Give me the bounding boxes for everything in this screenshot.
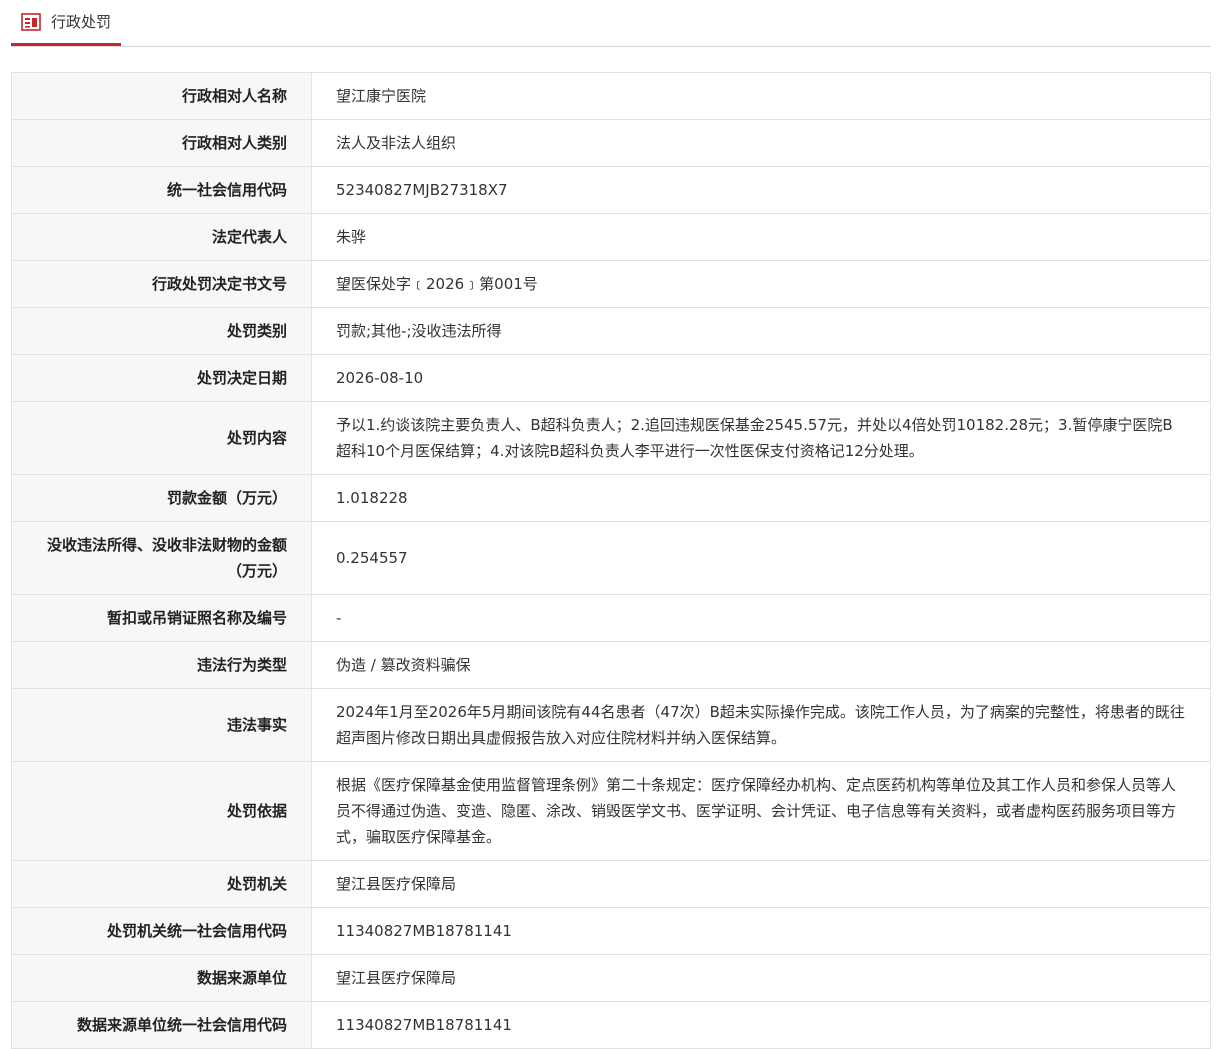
row-value: 11340827MB18781141	[311, 1001, 1211, 1049]
row-label: 罚款金额（万元）	[11, 474, 312, 522]
table-row: 数据来源单位统一社会信用代码 11340827MB18781141	[11, 1001, 1211, 1049]
row-value: 罚款;其他-;没收违法所得	[311, 307, 1211, 355]
row-label: 行政处罚决定书文号	[11, 260, 312, 308]
row-value: 根据《医疗保障基金使用监督管理条例》第二十条规定：医疗保障经办机构、定点医药机构…	[311, 761, 1211, 861]
row-label: 处罚机关	[11, 860, 312, 908]
row-label: 违法行为类型	[11, 641, 312, 689]
row-value: 望江康宁医院	[311, 72, 1211, 120]
table-row: 处罚机关 望江县医疗保障局	[11, 860, 1211, 908]
table-row: 处罚决定日期 2026-08-10	[11, 354, 1211, 402]
table-row: 暂扣或吊销证照名称及编号 -	[11, 594, 1211, 642]
table-row: 没收违法所得、没收非法财物的金额（万元） 0.254557	[11, 521, 1211, 595]
table-row: 数据来源单位 望江县医疗保障局	[11, 954, 1211, 1002]
row-label: 处罚依据	[11, 761, 312, 861]
tab-administrative-penalty[interactable]: 行政处罚	[11, 0, 122, 46]
row-value: 2024年1月至2026年5月期间该院有44名患者（47次）B超未实际操作完成。…	[311, 688, 1211, 762]
table-row: 违法事实 2024年1月至2026年5月期间该院有44名患者（47次）B超未实际…	[11, 688, 1211, 762]
row-value: 望江县医疗保障局	[311, 954, 1211, 1002]
table-row: 处罚依据 根据《医疗保障基金使用监督管理条例》第二十条规定：医疗保障经办机构、定…	[11, 761, 1211, 861]
row-label: 数据来源单位统一社会信用代码	[11, 1001, 312, 1049]
row-label: 处罚机关统一社会信用代码	[11, 907, 312, 955]
row-label: 统一社会信用代码	[11, 166, 312, 214]
page-header: 行政处罚	[11, 0, 1211, 47]
row-label: 数据来源单位	[11, 954, 312, 1002]
row-label: 法定代表人	[11, 213, 312, 261]
row-label: 违法事实	[11, 688, 312, 762]
row-value: -	[311, 594, 1211, 642]
row-label: 暂扣或吊销证照名称及编号	[11, 594, 312, 642]
row-value: 法人及非法人组织	[311, 119, 1211, 167]
row-value: 0.254557	[311, 521, 1211, 595]
table-row: 违法行为类型 伪造 / 篡改资料骗保	[11, 641, 1211, 689]
row-label: 处罚决定日期	[11, 354, 312, 402]
penalty-info-table: 行政相对人名称 望江康宁医院 行政相对人类别 法人及非法人组织 统一社会信用代码…	[11, 72, 1211, 1049]
row-label: 处罚内容	[11, 401, 312, 475]
row-value: 予以1.约谈该院主要负责人、B超科负责人；2.追回违规医保基金2545.57元，…	[311, 401, 1211, 475]
table-row: 统一社会信用代码 52340827MJB27318X7	[11, 166, 1211, 214]
table-row: 处罚机关统一社会信用代码 11340827MB18781141	[11, 907, 1211, 955]
tab-label: 行政处罚	[51, 13, 112, 31]
document-icon	[21, 12, 41, 31]
row-value: 望医保处字﹝2026﹞第001号	[311, 260, 1211, 308]
row-value: 1.018228	[311, 474, 1211, 522]
table-row: 处罚类别 罚款;其他-;没收违法所得	[11, 307, 1211, 355]
row-label: 行政相对人类别	[11, 119, 312, 167]
table-row: 罚款金额（万元） 1.018228	[11, 474, 1211, 522]
row-value: 52340827MJB27318X7	[311, 166, 1211, 214]
table-row: 行政相对人类别 法人及非法人组织	[11, 119, 1211, 167]
table-row: 法定代表人 朱骅	[11, 213, 1211, 261]
row-label: 处罚类别	[11, 307, 312, 355]
row-label: 没收违法所得、没收非法财物的金额（万元）	[11, 521, 312, 595]
table-row: 行政处罚决定书文号 望医保处字﹝2026﹞第001号	[11, 260, 1211, 308]
row-value: 11340827MB18781141	[311, 907, 1211, 955]
row-value: 2026-08-10	[311, 354, 1211, 402]
row-value: 望江县医疗保障局	[311, 860, 1211, 908]
table-row: 行政相对人名称 望江康宁医院	[11, 72, 1211, 120]
row-value: 朱骅	[311, 213, 1211, 261]
row-value: 伪造 / 篡改资料骗保	[311, 641, 1211, 689]
table-row: 处罚内容 予以1.约谈该院主要负责人、B超科负责人；2.追回违规医保基金2545…	[11, 401, 1211, 475]
row-label: 行政相对人名称	[11, 72, 312, 120]
